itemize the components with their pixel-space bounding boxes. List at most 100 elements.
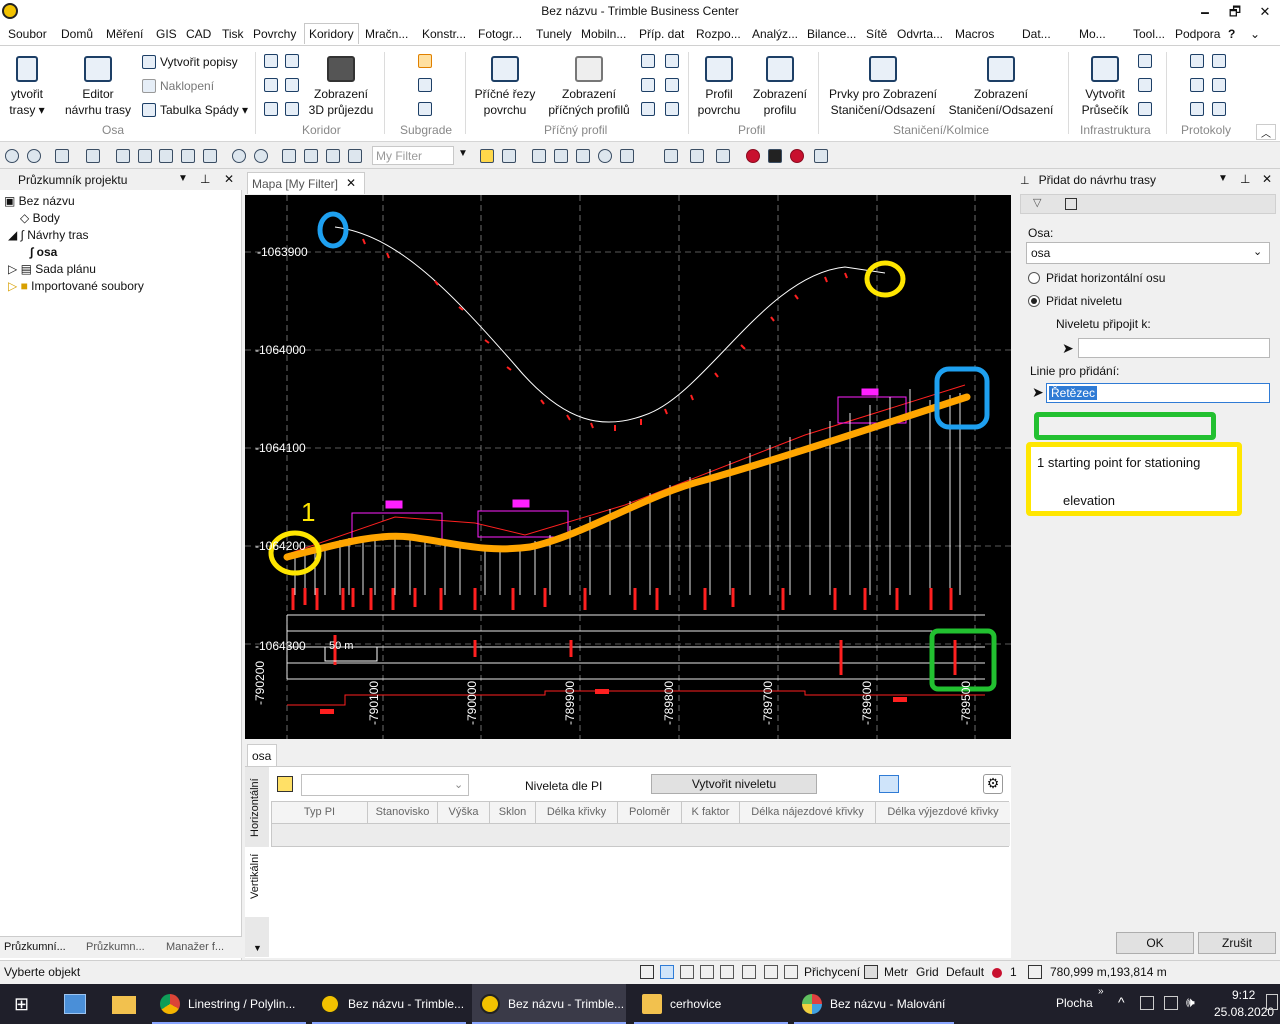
menu-fotogr[interactable]: Fotogr... <box>478 27 522 41</box>
help-icon[interactable]: ? <box>1228 27 1235 41</box>
photos-icon[interactable] <box>64 994 86 1014</box>
task-folder[interactable]: cerhovice <box>634 984 788 1024</box>
filter-select[interactable]: My Filter <box>372 146 454 165</box>
task-tbc-2[interactable]: Bez názvu - Trimble... <box>472 984 626 1024</box>
section-tool-icon[interactable] <box>665 102 679 116</box>
default-label[interactable]: Default <box>946 965 984 979</box>
plan-view-icon[interactable] <box>282 149 296 163</box>
drive-3d-button[interactable]: Zobrazení 3D průjezdu <box>306 56 376 118</box>
desktop-label[interactable]: Plocha <box>1056 996 1093 1010</box>
report-icon[interactable] <box>1190 78 1204 92</box>
lock-icon[interactable] <box>277 776 293 792</box>
menu-macros[interactable]: Macros <box>955 27 994 41</box>
map-view[interactable]: -1063900 -1064000 -1064100 -1064200 -106… <box>245 195 1011 739</box>
redo-icon[interactable] <box>27 149 41 163</box>
snap-label[interactable]: Přichycení <box>804 965 860 979</box>
alignment-line[interactable] <box>334 226 886 423</box>
tab-manazer[interactable]: Manažer f... <box>166 941 224 953</box>
new-icon[interactable] <box>116 149 130 163</box>
subgrade-icon[interactable] <box>418 78 432 92</box>
corridor-tool-icon[interactable] <box>264 78 278 92</box>
corridor-tool-icon[interactable] <box>264 102 278 116</box>
tree-item-sada-planu[interactable]: ▷ ▤ Sada plánu <box>8 262 96 276</box>
menu-mo[interactable]: Mo... <box>1079 27 1106 41</box>
line-input[interactable]: Řetězec <box>1046 383 1270 403</box>
globe-icon[interactable] <box>254 149 268 163</box>
infra-tool-icon[interactable] <box>1138 102 1152 116</box>
sheet-icon[interactable] <box>554 149 568 163</box>
tray-app-icon[interactable] <box>1140 996 1154 1010</box>
menu-dat[interactable]: Dat... <box>1022 27 1051 41</box>
elevation-profile-line[interactable] <box>283 393 971 561</box>
table-row[interactable] <box>272 824 1010 846</box>
layer-tool-icon[interactable] <box>532 149 546 163</box>
chevron-down-icon[interactable]: ⌄ <box>1250 27 1260 41</box>
pick-cursor-icon[interactable]: ➤ <box>1032 384 1044 401</box>
close-icon[interactable]: ✕ <box>346 176 356 190</box>
network-icon[interactable] <box>1164 996 1178 1010</box>
tab-pruzkumnik-1[interactable]: Průzkumní... <box>4 941 66 953</box>
menu-povrchy[interactable]: Povrchy <box>253 27 296 41</box>
section-tool-icon[interactable] <box>641 102 655 116</box>
close-icon[interactable]: ✕ <box>224 172 234 186</box>
import-icon[interactable] <box>55 149 69 163</box>
chevron-down-icon[interactable]: ▼ <box>178 173 188 184</box>
tree-item-importovane[interactable]: ▷ ■ Importované soubory <box>8 279 144 293</box>
col-header[interactable]: Délka nájezdové křivky <box>740 802 876 824</box>
col-header[interactable]: Typ PI <box>272 802 368 824</box>
tab-horizontalni[interactable]: Horizontální <box>249 778 261 837</box>
subgrade-icon[interactable] <box>418 54 432 68</box>
menu-konstr[interactable]: Konstr... <box>422 27 466 41</box>
snap-icon[interactable] <box>784 965 798 979</box>
export-icon[interactable] <box>86 149 100 163</box>
menu-gis[interactable]: GIS <box>156 27 177 41</box>
pin-icon[interactable]: ⊥ <box>1020 175 1033 187</box>
tray-chevron-up-icon[interactable]: ^ <box>1118 994 1125 1010</box>
menu-bilance[interactable]: Bilance... <box>807 27 856 41</box>
open-folder-icon[interactable] <box>138 149 152 163</box>
menu-domu[interactable]: Domů <box>61 27 93 41</box>
menu-analyz[interactable]: Analýz... <box>752 27 798 41</box>
cross-section-view-button[interactable]: Zobrazení příčných profilů <box>544 56 634 118</box>
snap-icon[interactable] <box>720 965 734 979</box>
menu-tool[interactable]: Tool... <box>1133 27 1165 41</box>
view-icon[interactable] <box>232 149 246 163</box>
filter-manager-icon[interactable] <box>480 149 494 163</box>
collapse-ribbon-button[interactable]: ︿ <box>1256 124 1276 140</box>
task-tbc-1[interactable]: Bez názvu - Trimble... <box>312 984 466 1024</box>
osa-select[interactable]: osa ⌄ <box>1026 242 1270 264</box>
menu-odvrta[interactable]: Odvrta... <box>897 27 943 41</box>
tree-item-navrhy-tras[interactable]: ◢ ∫ Návrhy tras <box>8 228 89 242</box>
attach-input[interactable] <box>1078 338 1270 358</box>
col-header[interactable]: Délka křivky <box>536 802 618 824</box>
image-icon[interactable] <box>326 149 340 163</box>
report-icon[interactable] <box>1212 54 1226 68</box>
minimize-button[interactable]: 🗕 <box>1195 2 1215 22</box>
menu-mobiln[interactable]: Mobiln... <box>581 27 626 41</box>
menu-tunely[interactable]: Tunely <box>536 27 572 41</box>
col-header[interactable]: Výška <box>438 802 490 824</box>
menu-koridory[interactable]: Koridory <box>304 23 359 44</box>
surface-profile-button[interactable]: Profil povrchu <box>694 56 744 118</box>
cancel-record-icon[interactable] <box>790 149 804 163</box>
pin-icon[interactable]: ⊥ <box>200 172 210 186</box>
map-tab[interactable]: Mapa [My Filter] ✕ <box>247 172 365 194</box>
report-icon[interactable] <box>1212 78 1226 92</box>
section-tool-icon[interactable] <box>665 78 679 92</box>
cancel-button[interactable]: Zrušit <box>1198 932 1276 954</box>
line-tool-icon[interactable] <box>716 149 730 163</box>
menu-podpora[interactable]: Podpora <box>1175 27 1220 41</box>
subgrade-icon[interactable] <box>418 102 432 116</box>
menu-rozpo[interactable]: Rozpo... <box>696 27 741 41</box>
osa-tab[interactable]: osa <box>247 744 277 766</box>
station-offset-view-button[interactable]: Zobrazení Staničení/Odsazení <box>946 56 1056 118</box>
menu-mracna[interactable]: Mračn... <box>365 27 408 41</box>
task-chrome[interactable]: Linestring / Polylin... <box>152 984 306 1024</box>
section-tool-icon[interactable] <box>665 54 679 68</box>
pin-icon[interactable]: ⊥ <box>1240 172 1250 186</box>
macro-icon[interactable] <box>814 149 828 163</box>
map-canvas[interactable] <box>245 195 1011 739</box>
tree-item-body[interactable]: ◇ Body <box>20 211 60 225</box>
color-icon[interactable] <box>598 149 612 163</box>
snap-icon[interactable] <box>764 965 778 979</box>
